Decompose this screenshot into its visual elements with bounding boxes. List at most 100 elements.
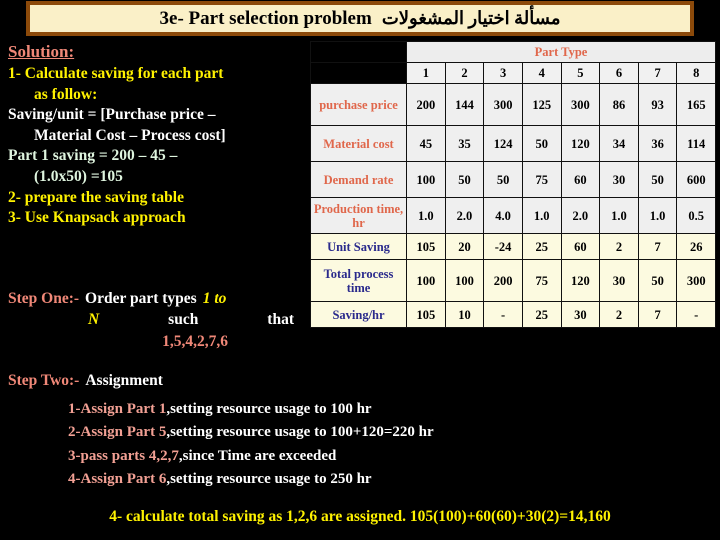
assignment-head: 1-Assign Part 1 — [68, 401, 167, 417]
table-cell: 300 — [560, 83, 601, 126]
table-cell: 25 — [521, 233, 562, 260]
solution-line: Part 1 saving = 200 – 45 – — [8, 147, 178, 165]
table-cell: 144 — [444, 83, 485, 126]
slide-canvas: 3e- Part selection problem مسألة اختيار … — [0, 0, 720, 540]
table-row: Unit Saving 105 20 -24 25 60 2 7 26 — [310, 233, 716, 260]
table-cell: 2 — [599, 301, 639, 328]
table-cell: 26 — [676, 233, 716, 260]
row-label: Unit Saving — [310, 233, 407, 260]
table-cell: 75 — [521, 161, 562, 198]
solution-line: (1.0x50) =105 — [34, 168, 123, 186]
steps-panel: Step One:- Order part types 1 to N such … — [8, 288, 308, 392]
table-cell: 7 — [637, 301, 678, 328]
table-cell: 100 — [444, 259, 485, 302]
table-cell: 114 — [676, 125, 716, 162]
table-corner-blank — [310, 62, 407, 84]
table-cell: 124 — [483, 125, 523, 162]
table-cell: 2.0 — [444, 197, 485, 234]
slide-title-bar: 3e- Part selection problem مسألة اختيار … — [26, 1, 694, 36]
table-cell: 125 — [521, 83, 562, 126]
table-cell: 7 — [637, 233, 678, 260]
assignment-item: 3-pass parts 4,2,7,since Time are exceed… — [0, 445, 720, 468]
column-header: 4 — [521, 62, 562, 84]
column-header: 2 — [444, 62, 485, 84]
row-label: Material cost — [310, 125, 407, 162]
table-cell: 93 — [637, 83, 678, 126]
table-cell: 34 — [599, 125, 639, 162]
page-title-english: 3e- Part selection problem — [159, 7, 372, 29]
table-cell: 100 — [406, 259, 446, 302]
table-cell: 2 — [599, 233, 639, 260]
step-one-text: Order part types — [85, 290, 197, 307]
title-inner: 3e- Part selection problem مسألة اختيار … — [30, 8, 690, 30]
table-cell: 1.0 — [599, 197, 639, 234]
step-two-text: Assignment — [85, 372, 163, 390]
assignment-item: 4-Assign Part 6,setting resource usage t… — [0, 468, 720, 491]
table-cell: 35 — [444, 125, 485, 162]
table-cell: 105 — [406, 301, 446, 328]
column-header: 3 — [483, 62, 523, 84]
table-header-parttype-row: Part Type — [310, 41, 716, 63]
table-header-columns-row: 1 2 3 4 5 6 7 8 — [310, 62, 716, 84]
solution-heading: Solution: — [8, 42, 75, 61]
step-one-second-row: N such that — [8, 309, 308, 330]
table-cell: 60 — [560, 233, 601, 260]
table-cell: 36 — [637, 125, 678, 162]
table-cell: 200 — [406, 83, 446, 126]
assignment-head: 2-Assign Part 5 — [68, 424, 167, 441]
part-type-header: Part Type — [406, 41, 716, 63]
table-corner-blank — [310, 41, 407, 63]
table-row: Saving/hr 105 10 - 25 30 2 7 - — [310, 301, 716, 328]
table-cell: 10 — [444, 301, 485, 328]
assignment-item: 1-Assign Part 1,setting resource usage t… — [0, 398, 720, 421]
assignment-head: 3-pass parts 4,2,7 — [68, 447, 179, 464]
row-label: Saving/hr — [310, 301, 407, 328]
step-one-that: that — [267, 311, 294, 329]
assignment-body: ,setting resource usage to 250 hr — [166, 471, 372, 488]
table-cell: 300 — [483, 83, 523, 126]
table-cell: 120 — [560, 125, 601, 162]
table-cell: 300 — [676, 259, 716, 302]
solution-line: 1- Calculate saving for each part — [8, 65, 224, 82]
row-label: Demand rate — [310, 161, 407, 198]
step-one-range-b: N — [88, 311, 100, 329]
step-one-label: Step One:- — [8, 290, 80, 307]
assignment-body: ,since Time are exceeded — [178, 447, 337, 464]
step-one-row: Step One:- Order part types 1 to — [8, 288, 308, 309]
solution-line: Saving/unit = [Purchase price – — [8, 106, 216, 124]
step-one-order: 1,5,4,2,7,6 — [162, 332, 228, 350]
table-row: purchase price 200 144 300 125 300 86 93… — [310, 83, 716, 126]
row-label: Production time, hr — [310, 197, 407, 234]
row-label: Total process time — [310, 259, 407, 302]
table-cell: - — [483, 301, 523, 328]
assignment-list: 1-Assign Part 1 ,setting resource usage t… — [0, 398, 720, 492]
table-cell: 20 — [444, 233, 485, 260]
table-cell: 100 — [406, 161, 446, 198]
table-cell: 0.5 — [676, 197, 716, 234]
table-cell: 165 — [676, 83, 716, 126]
table-row: Production time, hr 1.0 2.0 4.0 1.0 2.0 … — [310, 197, 716, 234]
column-header: 6 — [599, 62, 639, 84]
table-cell: 75 — [521, 259, 562, 302]
assignment-body: ,setting resource usage to 100+120=220 h… — [166, 424, 434, 441]
table-cell: 4.0 — [483, 197, 523, 234]
table-cell: 50 — [444, 161, 485, 198]
table-cell: 86 — [599, 83, 639, 126]
table-cell: 50 — [521, 125, 562, 162]
table-cell: 30 — [599, 161, 639, 198]
table-cell: -24 — [483, 233, 523, 260]
table-cell: - — [676, 301, 716, 328]
total-saving-line: 4- calculate total saving as 1,2,6 are a… — [109, 508, 611, 525]
column-header: 7 — [637, 62, 678, 84]
solution-line: as follow: — [34, 85, 98, 103]
table-cell: 1.0 — [406, 197, 446, 234]
table-row: Demand rate 100 50 50 75 60 30 50 600 — [310, 161, 716, 198]
step-two-label: Step Two:- — [8, 372, 80, 390]
solution-line: 3- Use Knapsack approach — [8, 209, 186, 227]
step-two-row: Step Two:- Assignment — [8, 370, 308, 391]
solution-line: 2- prepare the saving table — [8, 188, 184, 206]
row-label: purchase price — [310, 83, 407, 126]
table-cell: 120 — [560, 259, 601, 302]
solution-panel: Solution: 1- Calculate saving for each p… — [8, 42, 308, 229]
table-row: Total process time 100 100 200 75 120 30… — [310, 259, 716, 302]
